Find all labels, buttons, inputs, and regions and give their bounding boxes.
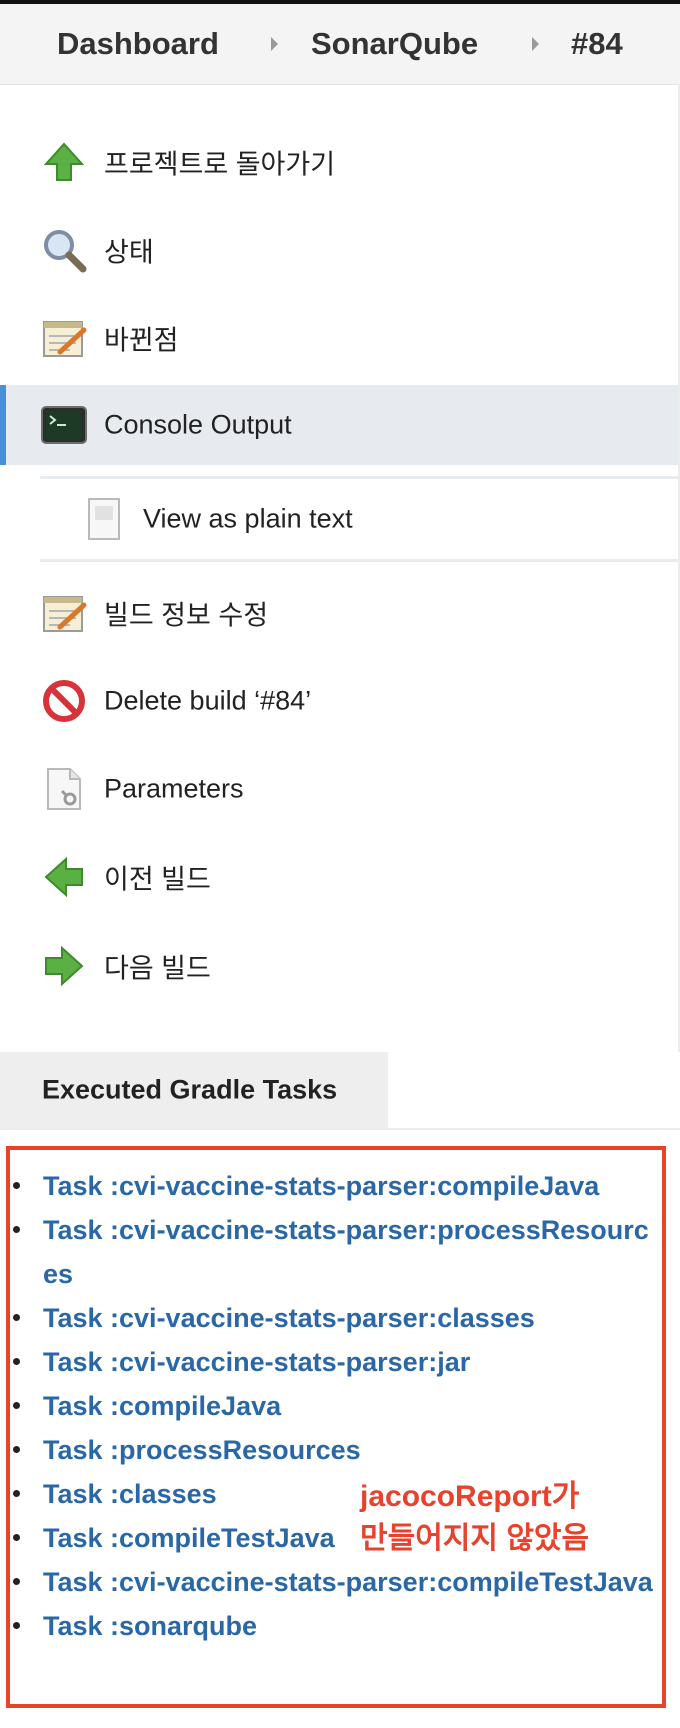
annotation-note: jacocoReport가 만들어지지 않았음	[360, 1476, 589, 1560]
notepad-icon	[43, 321, 87, 357]
left-arrow-icon	[44, 856, 83, 898]
task-link[interactable]: Task :cvi-vaccine-stats-parser:compileTe…	[0, 1560, 663, 1604]
task-link[interactable]: Task :cvi-vaccine-stats-parser:classes	[0, 1296, 663, 1340]
menu-delete-build[interactable]: Delete build ‘#84’	[0, 661, 678, 741]
breadcrumb-separator-icon	[532, 37, 539, 51]
task-link[interactable]: Task :compileJava	[0, 1384, 663, 1428]
up-arrow-icon	[43, 142, 85, 181]
menu-back-to-project[interactable]: 프로젝트로 돌아가기	[0, 122, 678, 202]
gradle-task-list: Task :cvi-vaccine-stats-parser:compileJa…	[0, 1164, 680, 1648]
menu-console-output[interactable]: Console Output	[0, 385, 678, 465]
jenkins-build-page: Dashboard SonarQube #84 프로젝트로 돌아가기 상태 바뀐	[0, 0, 680, 1728]
menu-next-build[interactable]: 다음 빌드	[0, 926, 678, 1006]
menu-status-label: 상태	[104, 237, 154, 268]
magnifier-icon	[44, 230, 87, 273]
menu-back-to-project-label: 프로젝트로 돌아가기	[104, 149, 336, 180]
task-link[interactable]: Task :cvi-vaccine-stats-parser:jar	[0, 1340, 663, 1384]
menu-console-output-label: Console Output	[104, 409, 292, 440]
breadcrumb-dashboard[interactable]: Dashboard	[57, 26, 219, 62]
menu-edit-build-info-label: 빌드 정보 수정	[104, 600, 269, 631]
menu-view-as-plain-text-label: View as plain text	[143, 503, 353, 534]
gradle-tasks-title: Executed Gradle Tasks	[42, 1074, 338, 1105]
annotation-line-1: jacocoReport가	[360, 1480, 580, 1513]
gradle-tasks-tab: Executed Gradle Tasks	[0, 1052, 388, 1128]
menu-edit-build-info[interactable]: 빌드 정보 수정	[0, 573, 678, 653]
task-link[interactable]: Task :sonarqube	[0, 1604, 663, 1648]
breadcrumb-separator-icon	[271, 37, 278, 51]
menu-changes[interactable]: 바뀐점	[0, 298, 678, 378]
annotation-line-2: 만들어지지 않았음	[360, 1522, 590, 1555]
menu-status[interactable]: 상태	[0, 210, 678, 290]
menu-parameters-label: Parameters	[104, 773, 244, 804]
menu-previous-build[interactable]: 이전 빌드	[0, 837, 678, 917]
terminal-icon	[41, 406, 87, 444]
divider	[0, 1128, 680, 1130]
menu-next-build-label: 다음 빌드	[104, 953, 211, 984]
menu-view-as-plain-text[interactable]: View as plain text	[40, 476, 678, 562]
breadcrumb-sonarqube[interactable]: SonarQube	[311, 26, 478, 62]
parameters-document-icon	[47, 768, 81, 810]
right-arrow-icon	[45, 945, 84, 987]
breadcrumb-build-number[interactable]: #84	[571, 26, 623, 62]
notepad-icon	[43, 596, 87, 632]
task-link[interactable]: Task :cvi-vaccine-stats-parser:processRe…	[0, 1208, 663, 1296]
menu-changes-label: 바뀐점	[104, 325, 179, 356]
task-link[interactable]: Task :cvi-vaccine-stats-parser:compileJa…	[0, 1164, 663, 1208]
breadcrumb: Dashboard SonarQube #84	[0, 4, 680, 85]
menu-delete-build-label: Delete build ‘#84’	[104, 685, 312, 716]
no-entry-icon	[43, 680, 85, 722]
menu-previous-build-label: 이전 빌드	[104, 864, 211, 895]
document-icon	[88, 498, 120, 540]
menu-parameters[interactable]: Parameters	[0, 749, 678, 829]
task-link[interactable]: Task :processResources	[0, 1428, 663, 1472]
